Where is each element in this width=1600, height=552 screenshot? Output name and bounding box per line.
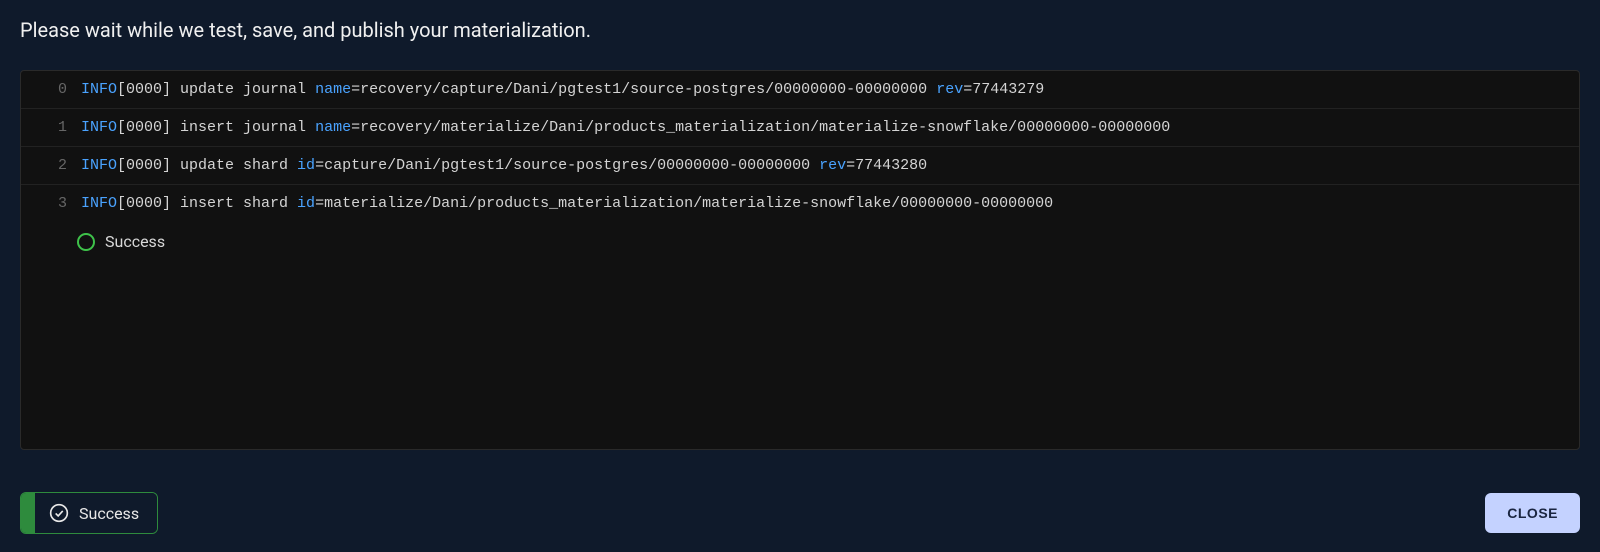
log-param-value: =77443280	[846, 157, 927, 174]
dialog-heading: Please wait while we test, save, and pub…	[0, 0, 1600, 54]
log-line-number: 2	[35, 157, 81, 174]
log-line-number: 0	[35, 81, 81, 98]
log-param-value: =77443279	[963, 81, 1044, 98]
check-circle-icon	[49, 503, 69, 523]
log-param-value: =recovery/materialize/Dani/products_mate…	[351, 119, 1170, 136]
log-param-key: name	[315, 119, 351, 136]
log-line: 2INFO[0000] update shard id=capture/Dani…	[21, 147, 1579, 185]
log-bracket: [0000] insert journal	[117, 119, 315, 136]
log-panel[interactable]: 0INFO[0000] update journal name=recovery…	[20, 70, 1580, 450]
log-level: INFO	[81, 157, 117, 174]
log-bracket: [0000] update journal	[117, 81, 315, 98]
log-line: 1INFO[0000] insert journal name=recovery…	[21, 109, 1579, 147]
success-circle-icon	[77, 233, 95, 251]
log-param-value: =materialize/Dani/products_materializati…	[315, 195, 1053, 212]
log-level: INFO	[81, 81, 117, 98]
log-status-row: Success	[21, 222, 1579, 261]
log-param-key: rev	[819, 157, 846, 174]
success-badge-accent	[21, 493, 35, 533]
log-param-key: name	[315, 81, 351, 98]
log-param-key: rev	[936, 81, 963, 98]
log-bracket: [0000] insert shard	[117, 195, 297, 212]
log-level: INFO	[81, 195, 117, 212]
log-param-key: id	[297, 195, 315, 212]
log-param-value: =recovery/capture/Dani/pgtest1/source-po…	[351, 81, 936, 98]
log-status-text: Success	[105, 232, 165, 251]
log-bracket: [0000] update shard	[117, 157, 297, 174]
log-level: INFO	[81, 119, 117, 136]
close-button[interactable]: CLOSE	[1485, 493, 1580, 533]
log-param-key: id	[297, 157, 315, 174]
dialog-footer: Success CLOSE	[0, 478, 1600, 552]
log-param-value: =capture/Dani/pgtest1/source-postgres/00…	[315, 157, 819, 174]
success-badge: Success	[20, 492, 158, 534]
log-line: 3INFO[0000] insert shard id=materialize/…	[21, 185, 1579, 222]
log-line-number: 3	[35, 195, 81, 212]
success-badge-label: Success	[79, 504, 139, 523]
log-line-number: 1	[35, 119, 81, 136]
log-line: 0INFO[0000] update journal name=recovery…	[21, 71, 1579, 109]
